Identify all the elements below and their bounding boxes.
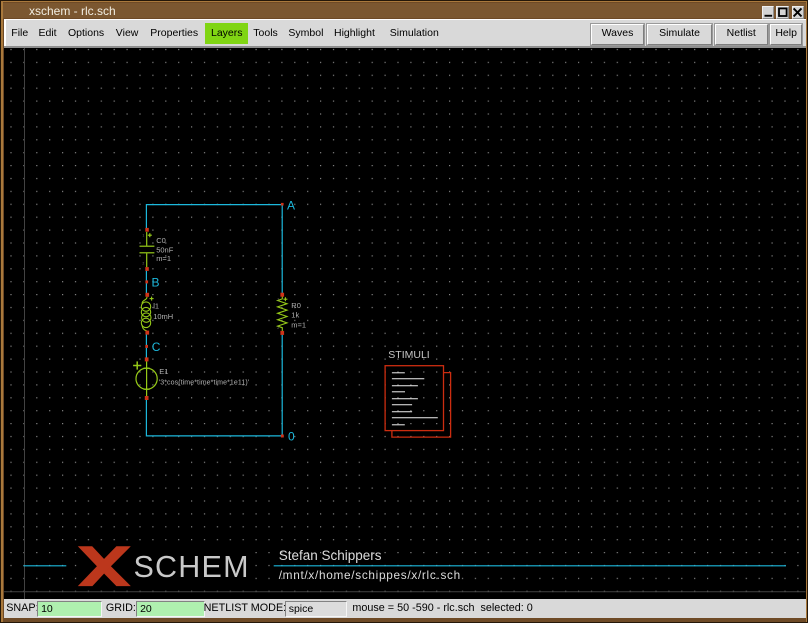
svg-text:2: 2 [277,326,279,330]
svg-text:/mnt/x/home/schippes/x/rlc.sch: /mnt/x/home/schippes/x/rlc.sch [279,568,461,582]
svg-text:A: A [287,198,295,212]
svg-text:2: 2 [142,261,144,265]
svg-text:Stefan Schippers: Stefan Schippers [279,548,382,563]
svg-text:m=1: m=1 [156,254,171,263]
svg-text:10mH: 10mH [153,312,173,321]
svg-text:1: 1 [277,297,279,301]
svg-text:0: 0 [288,429,295,443]
svg-text:1k: 1k [291,310,299,319]
svg-text:l1: l1 [153,301,159,310]
svg-text:C: C [152,339,161,353]
svg-text:'3*cos(time*time*time*1e11)': '3*cos(time*time*time*1e11)' [159,379,249,386]
svg-text:C0: C0 [156,236,166,245]
svg-text:E1: E1 [159,366,168,375]
svg-text:B: B [152,275,160,289]
svg-text:SCHEM: SCHEM [134,550,249,584]
svg-text:R0: R0 [291,301,301,310]
svg-text:1: 1 [142,233,144,237]
svg-text:m=1: m=1 [291,320,306,329]
svg-text:STIMULI: STIMULI [388,349,429,361]
